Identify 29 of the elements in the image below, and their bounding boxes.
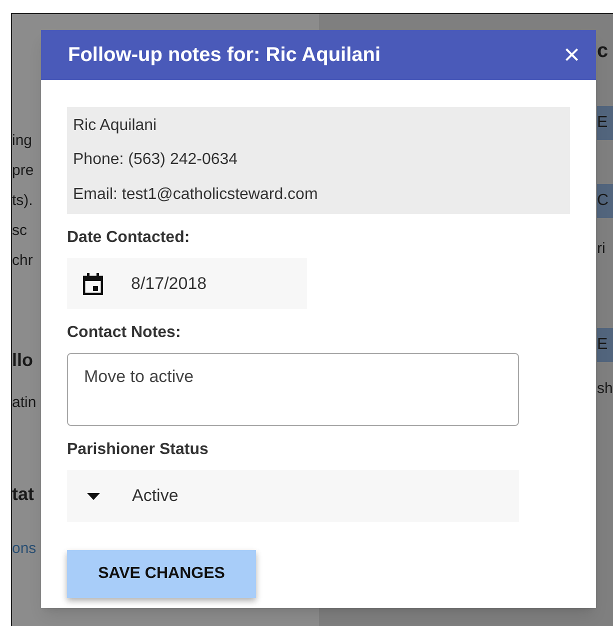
header-bar: E bbox=[597, 106, 613, 140]
contact-info-line: Phone: (563) 242-0634 bbox=[73, 150, 239, 170]
heading-text: tat bbox=[12, 483, 34, 506]
header-bar: E bbox=[597, 328, 613, 362]
body-text: atin bbox=[12, 394, 36, 412]
body-text: ing bbox=[12, 132, 32, 150]
heading-text: llo bbox=[12, 349, 33, 372]
body-text: ri bbox=[597, 240, 606, 258]
field-label: Contact Notes: bbox=[67, 323, 182, 343]
header-bar: C bbox=[597, 184, 613, 218]
contact-info-line: Ric Aquilani bbox=[73, 116, 158, 136]
field-label: Parishioner Status bbox=[67, 440, 210, 460]
body-text: ts). bbox=[12, 192, 33, 210]
contact-info-line: Email: test1@catholicsteward.com bbox=[73, 184, 319, 205]
heading-text: c bbox=[597, 39, 610, 64]
body-text: pre bbox=[12, 162, 34, 180]
date-field[interactable]: 8/17/2018 bbox=[67, 258, 307, 309]
status-select[interactable]: Active bbox=[67, 470, 519, 522]
calendar-icon bbox=[83, 272, 103, 294]
caret-icon bbox=[87, 492, 100, 500]
field-label: Date Contacted: bbox=[67, 228, 191, 248]
notes-textarea[interactable]: Move to active bbox=[67, 353, 519, 426]
body-text: sc bbox=[12, 222, 27, 240]
body-text: sh bbox=[597, 380, 613, 398]
date-value: 8/17/2018 bbox=[131, 272, 207, 295]
dialog-title: Follow-up notes for: Ric Aquilani bbox=[68, 43, 381, 68]
body-text: chr bbox=[12, 252, 33, 270]
close-button[interactable]: × bbox=[564, 41, 580, 69]
save-changes-button[interactable]: SAVE CHANGES bbox=[67, 550, 256, 598]
